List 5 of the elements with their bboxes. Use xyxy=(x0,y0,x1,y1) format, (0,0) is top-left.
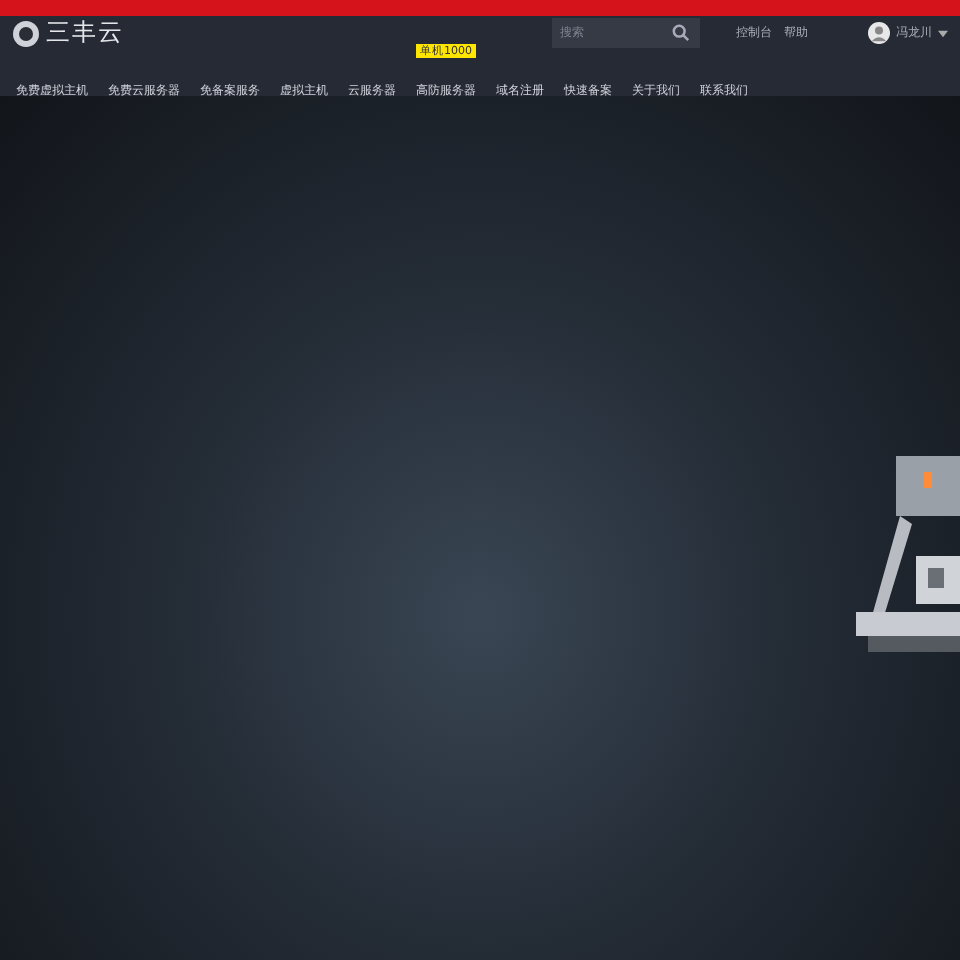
logo-text: 三丰云 xyxy=(46,16,124,50)
search-icon xyxy=(672,24,690,42)
logo[interactable]: 三丰云 xyxy=(12,16,124,50)
caret-icon xyxy=(938,29,948,37)
avatar-icon xyxy=(868,22,890,44)
